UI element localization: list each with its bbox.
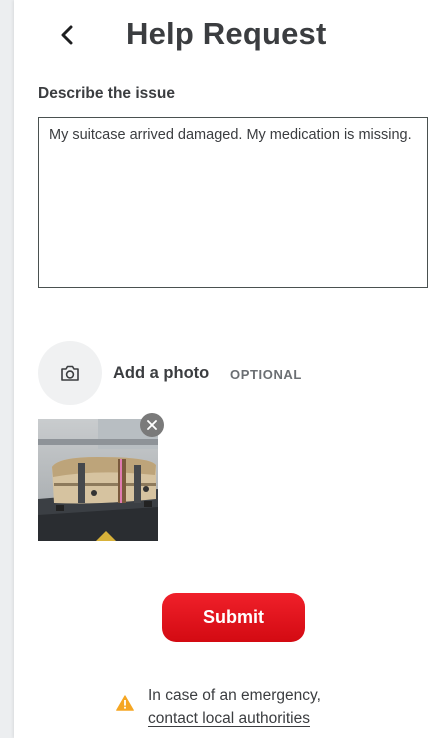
chevron-left-icon (61, 25, 73, 45)
contact-authorities-link[interactable]: contact local authorities (148, 707, 310, 730)
help-request-screen: Help Request Describe the issue My suitc… (14, 0, 441, 738)
emergency-notice-text: In case of an emergency, (148, 687, 321, 704)
camera-icon (61, 365, 79, 381)
add-photo-label[interactable]: Add a photo (113, 364, 209, 383)
issue-description-input[interactable]: My suitcase arrived damaged. My medicati… (38, 117, 428, 288)
submit-button[interactable]: Submit (162, 593, 305, 642)
issue-label: Describe the issue (38, 85, 175, 102)
page-title: Help Request (126, 16, 327, 51)
optional-tag: OPTIONAL (230, 367, 302, 382)
warning-icon (116, 695, 134, 711)
attached-photo-thumbnail[interactable] (38, 419, 158, 541)
close-icon (147, 420, 157, 430)
remove-photo-button[interactable] (140, 413, 164, 437)
suitcase-photo (38, 419, 158, 541)
add-photo-button[interactable] (38, 341, 102, 405)
back-button[interactable] (50, 20, 84, 50)
